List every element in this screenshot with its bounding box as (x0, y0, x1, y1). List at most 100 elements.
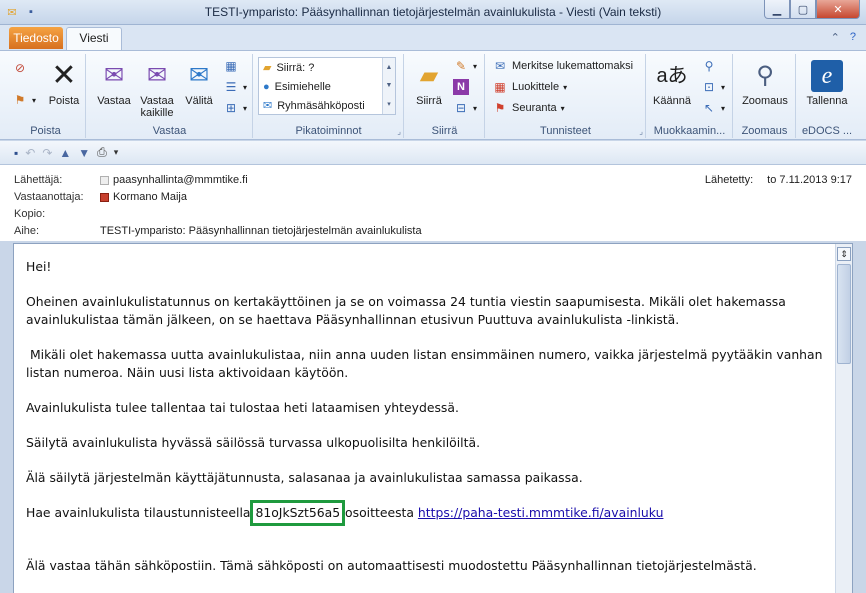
quick-steps-gallery: ▰ Siirrä: ? ● Esimiehelle ✉ Ryhmäsähköposti… (258, 57, 396, 115)
print-icon[interactable]: ⎙ (97, 145, 107, 160)
redo-icon[interactable]: ↷ (42, 146, 52, 160)
reply-all-button[interactable]: ✉ Vastaa kaikille (135, 60, 179, 120)
meeting-icon: ▦ (225, 59, 237, 73)
next-icon[interactable]: ▼ (78, 146, 90, 160)
to-label: Vastaanottaja: (14, 191, 84, 203)
vertical-scrollbar[interactable]: ⇕ (835, 244, 852, 593)
save-icon[interactable]: ▪ (14, 146, 18, 160)
quick-access-toolbar: ▪ ↶ ↷ ▲ ▼ ⎙ ▾ (0, 141, 866, 165)
more-respond-button[interactable]: ⊞ ▾ (223, 100, 247, 116)
onenote-icon: N (453, 79, 469, 95)
undo-icon[interactable]: ↶ (25, 146, 35, 160)
maximize-button[interactable]: ▢ (790, 0, 816, 19)
group-label-tags: Tunnisteet (540, 125, 591, 137)
edocs-save-button[interactable]: e Tallenna (801, 60, 853, 107)
tab-file[interactable]: Tiedosto (9, 27, 63, 49)
follow-up-button[interactable]: ⚑ Seuranta ▾ (492, 100, 565, 116)
previous-icon[interactable]: ▲ (59, 146, 71, 160)
group-editing: aあ Käännä ⚲ ⊡ ▾ ↖ ▾ Muokkaamin... (647, 54, 733, 138)
tab-message[interactable]: Viesti (66, 27, 122, 50)
ignore-button[interactable]: ⊘ (12, 60, 28, 76)
ignore-icon: ⊘ (14, 61, 26, 75)
message-body[interactable]: Hei! Oheinen avainlukulistatunnus on ker… (13, 243, 853, 593)
group-zoom: ⚲ Zoomaus Zoomaus (734, 54, 796, 138)
meeting-reply-button[interactable]: ▦ (223, 58, 239, 74)
quick-step-move[interactable]: ▰ Siirrä: ? (259, 58, 395, 77)
more-icon: ⊞ (225, 101, 237, 115)
im-reply-button[interactable]: ☰ ▾ (223, 79, 247, 95)
minimize-button[interactable]: ▁ (764, 0, 790, 19)
launcher-icon[interactable]: ⌟ (397, 127, 401, 136)
ribbon-tab-controls: ⌃ ? (831, 31, 856, 44)
translate-icon: aあ (656, 65, 688, 87)
sent-info: Lähetetty: to 7.11.2013 9:17 (705, 174, 852, 186)
zoom-button[interactable]: ⚲ Zoomaus (738, 60, 792, 108)
categorize-button[interactable]: ▦ Luokittele ▾ (492, 79, 567, 95)
to-value[interactable]: Kormano Maija (113, 191, 187, 203)
help-icon[interactable]: ? (850, 31, 856, 44)
translate-button[interactable]: aあ Käännä (649, 60, 695, 107)
group-label-delete: Poista (30, 125, 61, 137)
related-icon: ⊡ (703, 80, 715, 94)
group-respond: ✉ Vastaa ✉ Vastaa kaikille ✉ Välitä ▦ ☰ ▾… (87, 54, 253, 138)
group-tags: ✉ Merkitse lukemattomaksi ▦ Luokittele ▾ ⚑ S… (486, 54, 646, 138)
find-button[interactable]: ⚲ (701, 58, 717, 74)
flag-icon: ⚑ (494, 101, 506, 115)
close-button[interactable]: ✕ (816, 0, 860, 19)
cleanup-button[interactable]: ⚑ ▾ (12, 92, 36, 108)
order-code: 81oJkSzt56a5 (250, 500, 346, 526)
actions-button[interactable]: ⊟ ▾ (453, 100, 477, 116)
title-bar: ✉ ▪ TESTI-ymparisto: Pääsynhallinnan tie… (0, 0, 866, 25)
select-button[interactable]: ↖ ▾ (701, 100, 725, 116)
window-title: TESTI-ymparisto: Pääsynhallinnan tietojä… (204, 5, 662, 19)
avainluku-link[interactable]: https://paha-testi.mmmtike.fi/avainluku (418, 505, 664, 520)
reply-icon: ✉ (103, 62, 125, 89)
categorize-icon: ▦ (494, 80, 506, 94)
forward-icon: ✉ (188, 62, 210, 89)
onenote-button[interactable]: N (453, 79, 469, 95)
split-icon[interactable]: ⇕ (837, 247, 851, 261)
group-label-edocs: eDOCS ... (801, 125, 853, 137)
rules-button[interactable]: ✎ ▾ (453, 58, 477, 74)
launcher-icon[interactable]: ⌟ (639, 127, 643, 136)
related-button[interactable]: ⊡ ▾ (701, 79, 725, 95)
chevron-up-icon[interactable]: ⌃ (831, 31, 840, 44)
move-button[interactable]: ▰ Siirrä (409, 60, 449, 108)
group-label-move: Siirrä (431, 125, 458, 137)
sent-label: Lähetetty: (704, 174, 754, 186)
reply-button[interactable]: ✉ Vastaa (91, 60, 137, 108)
presence-busy-icon (100, 192, 109, 202)
customize-icon[interactable]: ▾ (114, 147, 119, 158)
subject-label: Aihe: (14, 225, 40, 237)
body-paragraph: Mikäli olet hakemassa uutta avainlukulis… (26, 347, 827, 380)
im-icon: ☰ (225, 80, 237, 94)
message-text: Hei! Oheinen avainlukulistatunnus on ker… (26, 258, 826, 592)
window-controls: ▁ ▢ ✕ (764, 0, 860, 19)
ribbon-tabs: Tiedosto Viesti ⌃ ? (0, 25, 866, 50)
quick-steps-scroll[interactable]: ▲ ▼ ▾ (382, 58, 395, 114)
reply-all-icon: ✉ (146, 62, 168, 89)
move-folder-icon: ▰ (419, 62, 439, 89)
scroll-thumb[interactable] (837, 264, 851, 364)
message-header: Lähettäjä: paasynhallinta@mmmtike.fi Vas… (0, 165, 866, 241)
quick-step-manager[interactable]: ● Esimiehelle (259, 77, 395, 96)
group-edocs: e Tallenna eDOCS ... (797, 54, 857, 138)
mark-unread-button[interactable]: ✉ Merkitse lukemattomaksi (492, 58, 633, 74)
delete-button[interactable]: ✕ Poista (44, 59, 84, 108)
from-value[interactable]: paasynhallinta@mmmtike.fi (113, 174, 248, 186)
subject-value: TESTI-ymparisto: Pääsynhallinnan tietojä… (100, 225, 422, 237)
group-label-quick-steps: Pikatoiminnot (295, 125, 362, 137)
body-paragraph: Säilytä avainlukulista hyvässä säilössä … (26, 435, 481, 450)
cc-label: Kopio: (14, 208, 46, 220)
magnifier-icon: ⚲ (756, 62, 774, 89)
rules-icon: ✎ (455, 59, 467, 73)
quick-step-team-email[interactable]: ✉ Ryhmäsähköposti (259, 96, 395, 115)
actions-icon: ⊟ (455, 101, 467, 115)
from-label: Lähettäjä: (14, 174, 63, 186)
ribbon: ⊘ ⚑ ▾ ✕ Poista Poista ✉ Vastaa ✉ Vastaa k… (0, 50, 866, 140)
body-paragraph: Älä säilytä järjestelmän käyttäjätunnust… (26, 470, 583, 485)
group-move: ▰ Siirrä ✎ ▾ N ⊟ ▾ Siirrä (405, 54, 485, 138)
delete-icon: ✕ (51, 59, 77, 92)
forward-button[interactable]: ✉ Välitä (179, 60, 219, 108)
edocs-icon: e (811, 60, 843, 92)
